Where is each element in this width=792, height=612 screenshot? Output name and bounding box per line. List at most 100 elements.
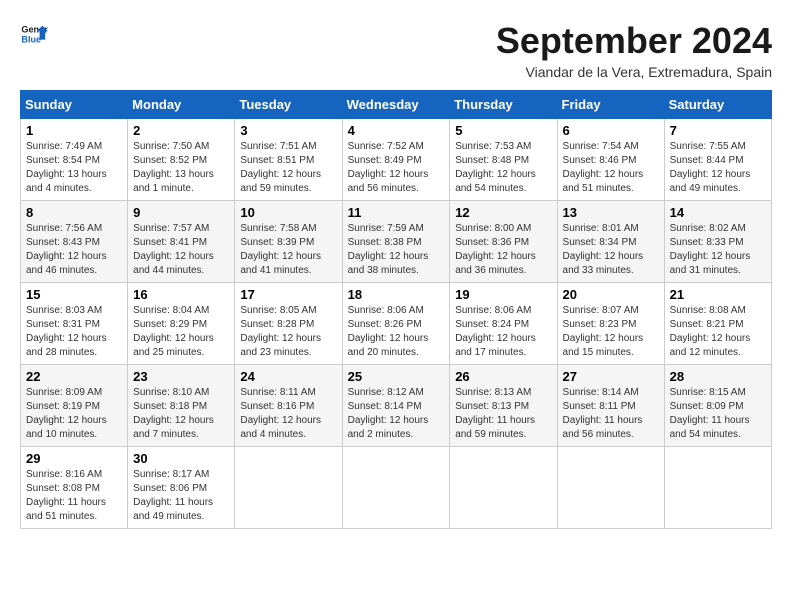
- calendar-cell: 6 Sunrise: 7:54 AM Sunset: 8:46 PM Dayli…: [557, 119, 664, 201]
- month-title: September 2024: [496, 20, 772, 62]
- day-number: 28: [670, 369, 766, 384]
- day-number: 9: [133, 205, 229, 220]
- calendar-cell: 10 Sunrise: 7:58 AM Sunset: 8:39 PM Dayl…: [235, 201, 342, 283]
- location: Viandar de la Vera, Extremadura, Spain: [496, 64, 772, 80]
- day-number: 25: [348, 369, 445, 384]
- calendar-cell: [664, 447, 771, 529]
- day-number: 15: [26, 287, 122, 302]
- day-number: 13: [563, 205, 659, 220]
- day-info: Sunrise: 7:51 AM Sunset: 8:51 PM Dayligh…: [240, 140, 336, 196]
- day-info: Sunrise: 7:49 AM Sunset: 8:54 PM Dayligh…: [26, 140, 122, 196]
- calendar-header-row: SundayMondayTuesdayWednesdayThursdayFrid…: [21, 91, 772, 119]
- day-info: Sunrise: 7:52 AM Sunset: 8:49 PM Dayligh…: [348, 140, 445, 196]
- calendar-day-header: Thursday: [450, 91, 557, 119]
- calendar-day-header: Wednesday: [342, 91, 450, 119]
- day-number: 10: [240, 205, 336, 220]
- calendar-cell: 25 Sunrise: 8:12 AM Sunset: 8:14 PM Dayl…: [342, 365, 450, 447]
- day-info: Sunrise: 7:59 AM Sunset: 8:38 PM Dayligh…: [348, 222, 445, 278]
- calendar-cell: 12 Sunrise: 8:00 AM Sunset: 8:36 PM Dayl…: [450, 201, 557, 283]
- calendar-day-header: Tuesday: [235, 91, 342, 119]
- day-info: Sunrise: 8:08 AM Sunset: 8:21 PM Dayligh…: [670, 304, 766, 360]
- calendar-cell: 26 Sunrise: 8:13 AM Sunset: 8:13 PM Dayl…: [450, 365, 557, 447]
- calendar-cell: 18 Sunrise: 8:06 AM Sunset: 8:26 PM Dayl…: [342, 283, 450, 365]
- calendar-cell: 17 Sunrise: 8:05 AM Sunset: 8:28 PM Dayl…: [235, 283, 342, 365]
- day-info: Sunrise: 8:06 AM Sunset: 8:24 PM Dayligh…: [455, 304, 551, 360]
- calendar-cell: 3 Sunrise: 7:51 AM Sunset: 8:51 PM Dayli…: [235, 119, 342, 201]
- calendar-day-header: Sunday: [21, 91, 128, 119]
- day-info: Sunrise: 8:02 AM Sunset: 8:33 PM Dayligh…: [670, 222, 766, 278]
- day-info: Sunrise: 8:01 AM Sunset: 8:34 PM Dayligh…: [563, 222, 659, 278]
- calendar-week-row: 8 Sunrise: 7:56 AM Sunset: 8:43 PM Dayli…: [21, 201, 772, 283]
- calendar-cell: 22 Sunrise: 8:09 AM Sunset: 8:19 PM Dayl…: [21, 365, 128, 447]
- calendar-cell: 23 Sunrise: 8:10 AM Sunset: 8:18 PM Dayl…: [128, 365, 235, 447]
- logo: General Blue: [20, 20, 48, 48]
- day-number: 24: [240, 369, 336, 384]
- day-info: Sunrise: 7:54 AM Sunset: 8:46 PM Dayligh…: [563, 140, 659, 196]
- day-number: 26: [455, 369, 551, 384]
- day-info: Sunrise: 8:00 AM Sunset: 8:36 PM Dayligh…: [455, 222, 551, 278]
- calendar-cell: 8 Sunrise: 7:56 AM Sunset: 8:43 PM Dayli…: [21, 201, 128, 283]
- calendar-cell: 24 Sunrise: 8:11 AM Sunset: 8:16 PM Dayl…: [235, 365, 342, 447]
- calendar-day-header: Monday: [128, 91, 235, 119]
- day-info: Sunrise: 8:04 AM Sunset: 8:29 PM Dayligh…: [133, 304, 229, 360]
- day-number: 30: [133, 451, 229, 466]
- calendar-cell: 27 Sunrise: 8:14 AM Sunset: 8:11 PM Dayl…: [557, 365, 664, 447]
- calendar-cell: 13 Sunrise: 8:01 AM Sunset: 8:34 PM Dayl…: [557, 201, 664, 283]
- day-number: 5: [455, 123, 551, 138]
- day-number: 16: [133, 287, 229, 302]
- svg-text:Blue: Blue: [21, 34, 41, 44]
- day-info: Sunrise: 8:05 AM Sunset: 8:28 PM Dayligh…: [240, 304, 336, 360]
- calendar-cell: 30 Sunrise: 8:17 AM Sunset: 8:06 PM Dayl…: [128, 447, 235, 529]
- calendar-cell: [450, 447, 557, 529]
- day-number: 17: [240, 287, 336, 302]
- day-number: 14: [670, 205, 766, 220]
- calendar-table: SundayMondayTuesdayWednesdayThursdayFrid…: [20, 90, 772, 529]
- calendar-cell: [557, 447, 664, 529]
- day-info: Sunrise: 8:16 AM Sunset: 8:08 PM Dayligh…: [26, 468, 122, 524]
- calendar-cell: 1 Sunrise: 7:49 AM Sunset: 8:54 PM Dayli…: [21, 119, 128, 201]
- day-number: 7: [670, 123, 766, 138]
- day-info: Sunrise: 8:11 AM Sunset: 8:16 PM Dayligh…: [240, 386, 336, 442]
- calendar-cell: [342, 447, 450, 529]
- calendar-cell: 19 Sunrise: 8:06 AM Sunset: 8:24 PM Dayl…: [450, 283, 557, 365]
- calendar-cell: 4 Sunrise: 7:52 AM Sunset: 8:49 PM Dayli…: [342, 119, 450, 201]
- day-number: 6: [563, 123, 659, 138]
- day-info: Sunrise: 8:13 AM Sunset: 8:13 PM Dayligh…: [455, 386, 551, 442]
- calendar-cell: 5 Sunrise: 7:53 AM Sunset: 8:48 PM Dayli…: [450, 119, 557, 201]
- calendar-cell: 29 Sunrise: 8:16 AM Sunset: 8:08 PM Dayl…: [21, 447, 128, 529]
- day-number: 20: [563, 287, 659, 302]
- day-info: Sunrise: 8:10 AM Sunset: 8:18 PM Dayligh…: [133, 386, 229, 442]
- day-info: Sunrise: 8:07 AM Sunset: 8:23 PM Dayligh…: [563, 304, 659, 360]
- day-info: Sunrise: 8:06 AM Sunset: 8:26 PM Dayligh…: [348, 304, 445, 360]
- day-info: Sunrise: 8:03 AM Sunset: 8:31 PM Dayligh…: [26, 304, 122, 360]
- calendar-day-header: Saturday: [664, 91, 771, 119]
- day-info: Sunrise: 7:55 AM Sunset: 8:44 PM Dayligh…: [670, 140, 766, 196]
- day-info: Sunrise: 8:09 AM Sunset: 8:19 PM Dayligh…: [26, 386, 122, 442]
- day-info: Sunrise: 7:50 AM Sunset: 8:52 PM Dayligh…: [133, 140, 229, 196]
- calendar-week-row: 29 Sunrise: 8:16 AM Sunset: 8:08 PM Dayl…: [21, 447, 772, 529]
- calendar-cell: 11 Sunrise: 7:59 AM Sunset: 8:38 PM Dayl…: [342, 201, 450, 283]
- calendar-cell: 7 Sunrise: 7:55 AM Sunset: 8:44 PM Dayli…: [664, 119, 771, 201]
- calendar-cell: [235, 447, 342, 529]
- calendar-cell: 16 Sunrise: 8:04 AM Sunset: 8:29 PM Dayl…: [128, 283, 235, 365]
- calendar-cell: 28 Sunrise: 8:15 AM Sunset: 8:09 PM Dayl…: [664, 365, 771, 447]
- day-info: Sunrise: 7:57 AM Sunset: 8:41 PM Dayligh…: [133, 222, 229, 278]
- day-info: Sunrise: 8:17 AM Sunset: 8:06 PM Dayligh…: [133, 468, 229, 524]
- calendar-cell: 21 Sunrise: 8:08 AM Sunset: 8:21 PM Dayl…: [664, 283, 771, 365]
- page-header: General Blue September 2024 Viandar de l…: [20, 20, 772, 80]
- day-info: Sunrise: 7:58 AM Sunset: 8:39 PM Dayligh…: [240, 222, 336, 278]
- calendar-day-header: Friday: [557, 91, 664, 119]
- day-number: 18: [348, 287, 445, 302]
- day-number: 12: [455, 205, 551, 220]
- calendar-cell: 2 Sunrise: 7:50 AM Sunset: 8:52 PM Dayli…: [128, 119, 235, 201]
- day-number: 23: [133, 369, 229, 384]
- day-number: 11: [348, 205, 445, 220]
- calendar-cell: 15 Sunrise: 8:03 AM Sunset: 8:31 PM Dayl…: [21, 283, 128, 365]
- day-info: Sunrise: 7:56 AM Sunset: 8:43 PM Dayligh…: [26, 222, 122, 278]
- calendar-cell: 20 Sunrise: 8:07 AM Sunset: 8:23 PM Dayl…: [557, 283, 664, 365]
- day-number: 19: [455, 287, 551, 302]
- title-area: September 2024 Viandar de la Vera, Extre…: [496, 20, 772, 80]
- day-number: 1: [26, 123, 122, 138]
- calendar-week-row: 15 Sunrise: 8:03 AM Sunset: 8:31 PM Dayl…: [21, 283, 772, 365]
- day-info: Sunrise: 8:12 AM Sunset: 8:14 PM Dayligh…: [348, 386, 445, 442]
